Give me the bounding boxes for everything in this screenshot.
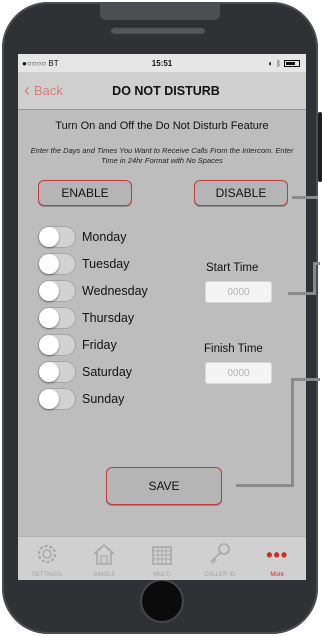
finish-time-input[interactable] bbox=[205, 362, 272, 384]
tab-bar: SETTINGS SINGLE MULTI CALLER ID ••• More bbox=[18, 536, 306, 580]
toggle-knob bbox=[39, 254, 59, 274]
day-label: Tuesday bbox=[82, 257, 130, 271]
thursday-toggle[interactable] bbox=[38, 307, 76, 329]
friday-toggle[interactable] bbox=[38, 334, 76, 356]
app-screen: ●○○○○ BT 15:51 ◐ ᛒ ‹ Back DO NOT DISTURB… bbox=[18, 54, 306, 580]
day-row-thursday: Thursday bbox=[38, 307, 178, 329]
callout-line-disable bbox=[292, 196, 318, 199]
tab-label: SETTINGS bbox=[31, 572, 62, 578]
phone-side-button bbox=[318, 112, 322, 182]
day-row-tuesday: Tuesday bbox=[38, 253, 178, 275]
start-time-input[interactable] bbox=[205, 281, 272, 303]
status-icons: ◐ ᛒ bbox=[268, 59, 300, 68]
toggle-knob bbox=[39, 362, 59, 382]
callout-line-start-h bbox=[288, 292, 314, 295]
finish-time-label: Finish Time bbox=[204, 343, 263, 355]
day-label: Sunday bbox=[82, 392, 125, 406]
tab-caller-id[interactable]: CALLER ID bbox=[191, 537, 249, 580]
building-icon bbox=[152, 546, 172, 565]
day-label: Saturday bbox=[82, 365, 133, 379]
saturday-toggle[interactable] bbox=[38, 361, 76, 383]
key-icon bbox=[210, 543, 230, 564]
start-time-label: Start Time bbox=[206, 262, 259, 274]
callout-line-start-v bbox=[313, 262, 316, 295]
tab-single[interactable]: SINGLE bbox=[76, 537, 134, 580]
day-row-monday: Monday bbox=[38, 226, 178, 248]
callout-line-save-tip bbox=[291, 378, 320, 381]
day-row-saturday: Saturday bbox=[38, 361, 178, 383]
page-title: DO NOT DISTURB bbox=[112, 84, 220, 98]
tab-multi[interactable]: MULTI bbox=[133, 537, 191, 580]
tab-label: SINGLE bbox=[93, 572, 116, 578]
bluetooth-icon: ᛒ bbox=[276, 59, 281, 68]
tab-settings[interactable]: SETTINGS bbox=[18, 537, 76, 580]
day-row-wednesday: Wednesday bbox=[38, 280, 178, 302]
toggle-knob bbox=[39, 335, 59, 355]
callout-line-save-v bbox=[291, 378, 294, 487]
clock: 15:51 bbox=[151, 59, 173, 68]
more-dots-icon: ••• bbox=[266, 545, 289, 565]
toggle-knob bbox=[39, 308, 59, 328]
phone-top-edge bbox=[100, 2, 220, 20]
day-label: Monday bbox=[82, 230, 127, 244]
callout-line-start-tip bbox=[313, 262, 320, 265]
callout-line-save-h bbox=[236, 484, 294, 487]
disable-button[interactable]: DISABLE bbox=[194, 180, 288, 206]
wednesday-toggle[interactable] bbox=[38, 280, 76, 302]
house-icon bbox=[93, 543, 115, 565]
tab-label: More bbox=[270, 572, 284, 578]
phone-speaker bbox=[110, 26, 206, 34]
gear-icon bbox=[37, 544, 56, 564]
tab-more[interactable]: ••• More bbox=[248, 537, 306, 580]
toggle-knob bbox=[39, 227, 59, 247]
day-label: Friday bbox=[82, 338, 117, 352]
day-label: Thursday bbox=[82, 311, 135, 325]
tab-label: MULTI bbox=[153, 572, 171, 578]
day-row-friday: Friday bbox=[38, 334, 178, 356]
enable-button[interactable]: ENABLE bbox=[38, 180, 132, 206]
tab-label: CALLER ID bbox=[204, 572, 236, 578]
day-label: Wednesday bbox=[82, 284, 148, 298]
instructions-text: Enter the Days and Times You Want to Rec… bbox=[30, 146, 294, 165]
home-button[interactable] bbox=[142, 581, 182, 621]
toggle-knob bbox=[39, 389, 59, 409]
phone-frame: ●○○○○ BT 15:51 ◐ ᛒ ‹ Back DO NOT DISTURB… bbox=[2, 2, 322, 634]
day-row-sunday: Sunday bbox=[38, 388, 178, 410]
navigation-bar: ‹ Back DO NOT DISTURB bbox=[18, 72, 306, 110]
status-bar: ●○○○○ BT 15:51 ◐ ᛒ bbox=[18, 54, 306, 72]
sunday-toggle[interactable] bbox=[38, 388, 76, 410]
save-button[interactable]: SAVE bbox=[106, 467, 222, 505]
tuesday-toggle[interactable] bbox=[38, 253, 76, 275]
feature-heading: Turn On and Off the Do Not Disturb Featu… bbox=[55, 120, 269, 132]
alarm-icon: ◐ bbox=[268, 59, 274, 68]
battery-icon bbox=[284, 60, 300, 67]
monday-toggle[interactable] bbox=[38, 226, 76, 248]
toggle-knob bbox=[39, 281, 59, 301]
